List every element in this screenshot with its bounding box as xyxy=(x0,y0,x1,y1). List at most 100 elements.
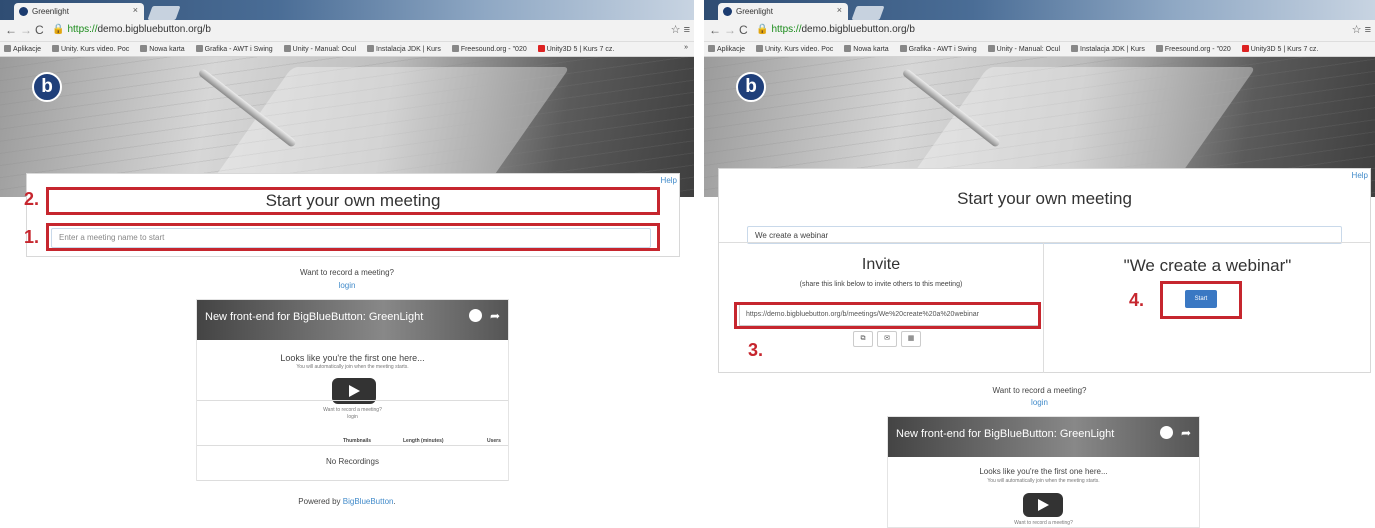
copy-icon[interactable]: ⧉ xyxy=(853,331,873,347)
divider xyxy=(197,445,508,446)
small-record-text: Want to record a meeting? xyxy=(1014,520,1073,526)
page-title: Start your own meeting xyxy=(957,189,1132,208)
annotation-box-4 xyxy=(1160,281,1242,319)
first-one-text: Looks like you're the first one here... xyxy=(280,353,425,363)
video-title: New front-end for BigBlueButton: GreenLi… xyxy=(197,300,508,340)
site-icon xyxy=(367,45,375,52)
clock-icon[interactable] xyxy=(469,309,482,322)
freesound-icon xyxy=(451,45,459,52)
new-tab-button[interactable] xyxy=(147,6,181,20)
annotation-box-3 xyxy=(734,302,1041,329)
bookmark-item[interactable]: Instalacja JDK | Kurs xyxy=(1071,45,1145,53)
record-question: Want to record a meeting? xyxy=(992,386,1087,395)
back-icon[interactable]: ← xyxy=(709,23,721,37)
bookmark-item[interactable]: Unity - Manual: Ocul xyxy=(283,45,356,53)
bookmark-item[interactable]: Aplikacje xyxy=(4,45,41,53)
bookmark-item[interactable]: Freesound.org - "020 xyxy=(1155,45,1231,53)
share-icon[interactable]: ➦ xyxy=(1181,426,1191,440)
site-icon xyxy=(1071,45,1079,52)
bookmark-item[interactable]: Unity3D 5 | Kurs 7 cz. xyxy=(537,45,614,53)
browser-tab[interactable]: Greenlight × xyxy=(14,3,144,20)
browser-toolbar: ← → C 🔒 https://demo.bigbluebutton.org/b … xyxy=(704,20,1375,42)
login-link[interactable]: login xyxy=(0,281,694,290)
reload-icon[interactable]: C xyxy=(739,23,748,37)
site-icon xyxy=(195,45,203,52)
bookmark-item[interactable]: Nowa karta xyxy=(140,45,185,53)
annotation-number-2: 2. xyxy=(24,189,40,209)
bookmark-item[interactable]: Freesound.org - "020 xyxy=(451,45,527,53)
menu-icon[interactable]: ☆ ≡ xyxy=(1352,23,1371,36)
unity-icon xyxy=(283,45,291,52)
tab-title: Greenlight xyxy=(32,7,69,16)
bookmark-item[interactable]: Unity - Manual: Ocul xyxy=(987,45,1060,53)
notebook-image xyxy=(207,67,570,187)
bookmark-item[interactable]: Aplikacje xyxy=(708,45,745,53)
auto-join-text: You will automatically join when the mee… xyxy=(987,478,1100,484)
site-icon xyxy=(899,45,907,52)
address-bar[interactable]: 🔒 https://demo.bigbluebutton.org/b xyxy=(756,23,1335,39)
help-link[interactable]: Help xyxy=(1352,171,1368,180)
youtube-icon xyxy=(1241,45,1249,52)
back-icon[interactable]: ← xyxy=(5,23,17,37)
bookmark-item[interactable]: Grafika - AWT i Swing xyxy=(195,45,273,53)
url-host-path: demo.bigbluebutton.org/b xyxy=(801,24,915,35)
play-icon xyxy=(349,385,360,397)
play-button[interactable] xyxy=(1023,493,1063,517)
annotation-box-2 xyxy=(46,187,660,215)
email-icon[interactable]: ✉ xyxy=(877,331,897,347)
invite-subtitle: (share this link below to invite others … xyxy=(799,281,963,288)
tab-bar: Greenlight × xyxy=(0,0,694,20)
lock-icon: 🔒 xyxy=(52,24,65,35)
meeting-panel: Help Start your own meeting We create a … xyxy=(718,168,1371,373)
lock-icon: 🔒 xyxy=(756,24,769,35)
qr-icon[interactable]: ▦ xyxy=(901,331,921,347)
video-preview: New front-end for BigBlueButton: GreenLi… xyxy=(887,416,1200,528)
first-one-text: Looks like you're the first one here... xyxy=(979,467,1108,476)
bookmarks-more[interactable]: » xyxy=(684,44,688,51)
bookmarks-bar: Aplikacje Unity. Kurs video. Poc Nowa ka… xyxy=(704,42,1375,57)
page-icon xyxy=(755,45,763,52)
bookmark-item[interactable]: Nowa karta xyxy=(844,45,889,53)
browser-tab[interactable]: Greenlight × xyxy=(718,3,848,20)
divider xyxy=(197,480,508,481)
tab-close-icon[interactable]: × xyxy=(837,5,842,15)
bookmark-item[interactable]: Unity. Kurs video. Poc xyxy=(755,45,833,53)
url-scheme: https:// xyxy=(67,24,98,35)
url-scheme: https:// xyxy=(771,24,802,35)
column-thumbnails: Thumbnails xyxy=(343,438,372,444)
forward-icon[interactable]: → xyxy=(20,23,32,37)
browser-toolbar: ← → C 🔒 https://demo.bigbluebutton.org/b … xyxy=(0,20,694,42)
bookmark-item[interactable]: Instalacja JDK | Kurs xyxy=(367,45,441,53)
menu-icon[interactable]: ☆ ≡ xyxy=(671,23,690,36)
forward-icon[interactable]: → xyxy=(724,23,736,37)
address-bar[interactable]: 🔒 https://demo.bigbluebutton.org/b xyxy=(52,23,654,39)
no-recordings-text: No Recordings xyxy=(326,457,379,466)
column-users: Users xyxy=(487,438,501,444)
youtube-icon xyxy=(537,45,545,52)
bigbluebutton-link[interactable]: BigBlueButton xyxy=(343,497,394,506)
url-host-path: demo.bigbluebutton.org/b xyxy=(97,24,211,35)
bigbluebutton-favicon-icon xyxy=(723,7,732,16)
login-link[interactable]: login xyxy=(704,398,1375,407)
tab-close-icon[interactable]: × xyxy=(133,5,138,15)
record-question: Want to record a meeting? xyxy=(300,268,394,277)
bookmark-item[interactable]: Grafika - AWT i Swing xyxy=(899,45,977,53)
powered-by: Powered by BigBlueButton. xyxy=(298,497,396,506)
reload-icon[interactable]: C xyxy=(35,23,44,37)
apps-icon xyxy=(708,45,715,52)
auto-join-text: You will automatically join when the mee… xyxy=(296,364,409,370)
new-tab-button[interactable] xyxy=(851,6,885,20)
clock-icon[interactable] xyxy=(1160,426,1173,439)
play-icon xyxy=(1038,499,1049,511)
annotation-number-3: 3. xyxy=(748,340,764,360)
divider xyxy=(719,242,1370,243)
help-link[interactable]: Help xyxy=(661,176,677,185)
bookmark-item[interactable]: Unity3D 5 | Kurs 7 cz. xyxy=(1241,45,1318,53)
annotation-number-4: 4. xyxy=(1129,290,1145,310)
share-icon[interactable]: ➦ xyxy=(490,309,500,323)
bookmark-item[interactable]: Unity. Kurs video. Poc xyxy=(51,45,129,53)
annotation-box-1 xyxy=(46,223,660,251)
divider xyxy=(197,400,508,401)
page-icon xyxy=(51,45,59,52)
small-login-link[interactable]: login xyxy=(197,414,508,420)
